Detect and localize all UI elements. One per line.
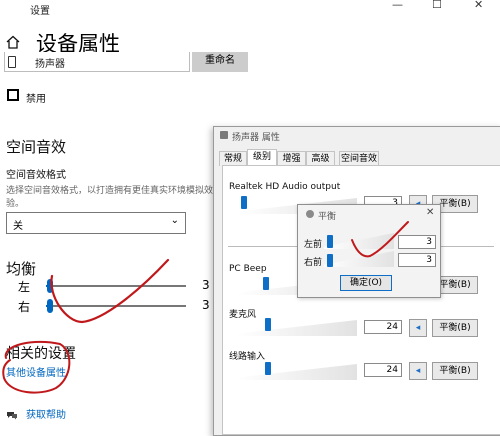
popup-left-front-track[interactable]	[324, 233, 394, 249]
popup-right-front-track[interactable]	[324, 251, 394, 267]
popup-right-front-label: 右前	[304, 258, 323, 268]
spatial-audio-title: 空间音效	[6, 138, 67, 156]
balance-popup-close-icon[interactable]: ✕	[426, 207, 434, 218]
microphone-volume-thumb[interactable]	[265, 318, 271, 331]
microphone-balance-button[interactable]: 平衡(B)	[432, 319, 478, 337]
microphone-mute-button[interactable]: ◂	[409, 319, 427, 337]
tab-spatial-sound[interactable]: 空间音效	[339, 151, 379, 166]
maximize-button[interactable]: ☐	[432, 0, 442, 11]
minimize-button[interactable]: —	[392, 0, 403, 11]
spatial-format-value: 关	[13, 221, 23, 232]
popup-left-front-label: 左前	[304, 240, 323, 250]
other-device-properties-link[interactable]: 其他设备属性	[6, 364, 66, 379]
help-icon	[6, 405, 18, 420]
balance-right-value: 3	[202, 298, 210, 312]
balance-left-track[interactable]	[46, 285, 186, 287]
speaker-device-icon	[8, 56, 16, 68]
device-label-pc-beep: PC Beep	[229, 264, 267, 274]
balance-right-label: 右	[18, 300, 31, 314]
speaker-icon	[220, 131, 228, 139]
pc-beep-volume-thumb[interactable]	[263, 277, 269, 290]
close-button[interactable]: ✕	[474, 0, 483, 11]
chevron-down-icon: ⌄	[170, 215, 179, 226]
popup-left-front-value[interactable]: 3	[398, 235, 436, 249]
balance-popup-ok-button[interactable]: 确定(O)	[340, 275, 392, 291]
balance-popup: 平衡 ✕ 左前 3 右前 3 确定(O)	[297, 204, 441, 298]
spatial-format-label: 空间音效格式	[6, 170, 66, 181]
line-in-mute-button[interactable]: ◂	[409, 362, 427, 380]
disable-checkbox[interactable]	[7, 89, 19, 101]
tab-levels[interactable]: 级别	[247, 149, 277, 166]
balance-title: 均衡	[6, 260, 37, 278]
related-settings-title: 相关的设置	[6, 346, 76, 362]
line-in-balance-button[interactable]: 平衡(B)	[432, 362, 478, 380]
balance-popup-icon	[306, 210, 314, 218]
popup-right-front-thumb[interactable]	[327, 254, 333, 267]
tab-enhancements[interactable]: 增强	[277, 151, 306, 166]
balance-left-value: 3	[202, 278, 210, 292]
device-name-value: 扬声器	[35, 59, 65, 70]
balance-right-thumb[interactable]	[47, 299, 53, 313]
realtek-volume-thumb[interactable]	[241, 196, 247, 209]
tab-advanced[interactable]: 高级	[306, 151, 335, 166]
microphone-volume-value[interactable]: 24	[364, 320, 402, 334]
balance-left-label: 左	[18, 280, 31, 294]
tab-general[interactable]: 常规	[219, 151, 247, 166]
dialog-title: 扬声器 属性	[232, 133, 280, 143]
device-name-input[interactable]: 扬声器	[4, 52, 190, 72]
device-label-line-in: 线路输入	[229, 352, 266, 362]
popup-left-front-thumb[interactable]	[327, 235, 333, 248]
spatial-description-tail: 验。	[6, 199, 25, 209]
line-in-volume-thumb[interactable]	[265, 362, 271, 375]
balance-right-track[interactable]	[46, 305, 186, 307]
device-label-realtek: Realtek HD Audio output	[229, 182, 341, 192]
window-controls: — ☐ ✕	[0, 0, 500, 12]
get-help-link[interactable]: 获取帮助	[26, 406, 66, 421]
balance-popup-title: 平衡	[318, 212, 337, 222]
line-in-volume-value[interactable]: 24	[364, 363, 402, 377]
rename-button[interactable]: 重命名	[192, 52, 248, 72]
popup-right-front-value[interactable]: 3	[398, 253, 436, 267]
spatial-format-select[interactable]: 关 ⌄	[6, 212, 186, 234]
spatial-description: 选择空间音效格式，以打造拥有更佳真实环境模拟效	[6, 186, 214, 196]
disable-label: 禁用	[26, 94, 46, 105]
home-icon[interactable]	[6, 34, 20, 49]
device-label-microphone: 麦克风	[229, 310, 257, 320]
annotation-balance-scribble	[50, 258, 170, 324]
balance-left-thumb[interactable]	[47, 279, 53, 293]
